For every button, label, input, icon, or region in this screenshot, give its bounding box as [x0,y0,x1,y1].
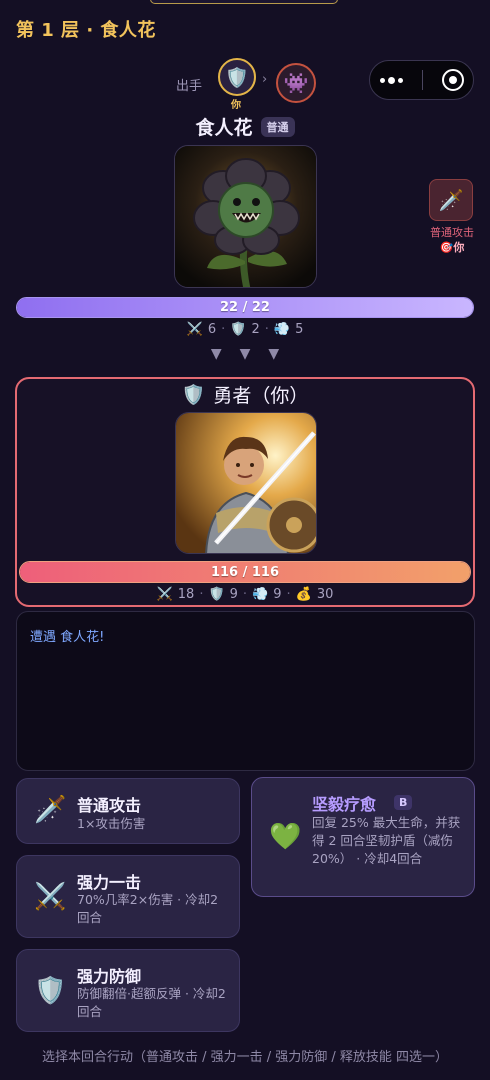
action-desc: 1×攻击伤害 [77,816,146,831]
hero-shield-icon: 🛡️ [181,384,206,406]
hero-atk: 18 [177,587,195,602]
top-banner-edge [150,0,338,4]
enemy-portrait[interactable] [174,145,317,288]
enemy-spd: 5 [295,322,304,337]
enemy-def: 2 [251,322,260,337]
enemy-atk: 6 [207,322,217,337]
capsule-divider [421,70,423,90]
shield-icon: 🛡️ [34,976,67,1006]
action-title: 强力防御 [77,967,142,986]
hero-def: 9 [229,587,238,602]
enemy-intent-target: 🎯你 [439,241,465,254]
enemy-header: 食人花 普通 [0,113,490,140]
turn-order-label: 出手 [176,79,203,94]
down-arrow-icon: ▼ [268,346,280,362]
stat-separator: · [242,587,248,602]
skill-desc: 回复 25% 最大生命，并获得 2 回合坚韧护盾（减伤 20%） · 冷却4回合 [312,815,461,866]
turn-arrow-icon: › [262,72,268,87]
down-arrow-icon: ▼ [210,346,222,362]
hero-gold: 30 [316,587,334,602]
normal-attack-button[interactable]: 🗡️ 普通攻击 1×攻击伤害 [16,778,240,844]
action-desc: 防御翻倍·超额反弹 · 冷却2回合 [77,986,226,1019]
enemy-rank-badge: 普通 [260,116,295,137]
hero-portrait[interactable] [175,412,317,554]
log-line: 遭遇 食人花! [30,630,105,645]
battle-log[interactable]: 遭遇 食人花! [16,611,475,771]
floor-title: 第 1 层 · 食人花 [16,20,156,41]
enemy-intent-sword-icon[interactable]: 🗡️ [429,179,473,221]
speed-icon: 💨 [273,322,291,337]
stat-separator: · [286,587,291,602]
turn-enemy-monster-icon: 👾 [276,63,316,103]
stat-separator: · [199,587,204,602]
skill-heal-button[interactable]: 💚 坚毅疗愈 B 回复 25% 最大生命，并获得 2 回合坚韧护盾（减伤 20%… [251,777,475,897]
sword-icon: 🗡️ [34,795,67,825]
enemy-stats: ⚔️ 6 · 🛡️ 2 · 💨 5 [0,322,490,337]
stat-separator: · [221,322,226,337]
attack-icon: ⚔️ [156,587,173,602]
hero-stats: ⚔️ 18 · 🛡️ 9 · 💨 9 · 💰 30 [0,587,490,602]
attack-icon: ⚔️ [186,322,203,337]
down-arrow-icon: ▼ [239,346,251,362]
gold-icon: 💰 [295,587,312,602]
armored-hero-image [176,413,316,553]
crossed-swords-icon: ⚔️ [34,882,67,912]
hero-hp-text: 116 / 116 [210,564,280,580]
more-menu-icon[interactable] [379,76,403,84]
power-strike-button[interactable]: ⚔️ 强力一击 70%几率2×伤害 · 冷却2回合 [16,855,240,938]
turn-you-shield-icon: 🛡️ [218,58,256,96]
hero-name: 勇者（你） [213,385,309,407]
defense-icon: 🛡️ [230,322,247,337]
stat-separator: · [264,322,269,337]
heart-icon: 💚 [269,822,302,852]
close-target-icon[interactable] [441,69,464,91]
enemy-hp-text: 22 / 22 [220,300,270,315]
hero-header: 🛡️ 勇者（你） [0,381,490,408]
speed-icon: 💨 [252,587,269,602]
action-desc: 70%几率2×伤害 · 冷却2回合 [77,892,219,925]
action-title: 强力一击 [77,873,142,892]
action-title: 普通攻击 [77,796,142,815]
skill-grade-badge: B [394,795,413,810]
defense-icon: 🛡️ [208,587,225,602]
enemy-name: 食人花 [195,117,253,139]
power-defend-button[interactable]: 🛡️ 强力防御 防御翻倍·超额反弹 · 冷却2回合 [16,949,240,1032]
turn-order: 出手 🛡️ 你 › 👾 [176,58,336,111]
skill-title: 坚毅疗愈 [312,795,377,814]
action-hint: 选择本回合行动（普通攻击 / 强力一击 / 强力防御 / 释放技能 四选一） [41,1050,449,1065]
man-eating-flower-image [175,146,316,287]
hero-hp-bar: 116 / 116 [19,561,471,583]
mini-program-capsule[interactable] [369,60,474,100]
enemy-intent-label: 普通攻击 [430,226,474,239]
turn-flow-arrows: ▼ ▼ ▼ [0,346,490,362]
hero-spd: 9 [273,587,282,602]
turn-you-tag: 你 [231,100,241,111]
enemy-hp-bar: 22 / 22 [16,297,474,318]
